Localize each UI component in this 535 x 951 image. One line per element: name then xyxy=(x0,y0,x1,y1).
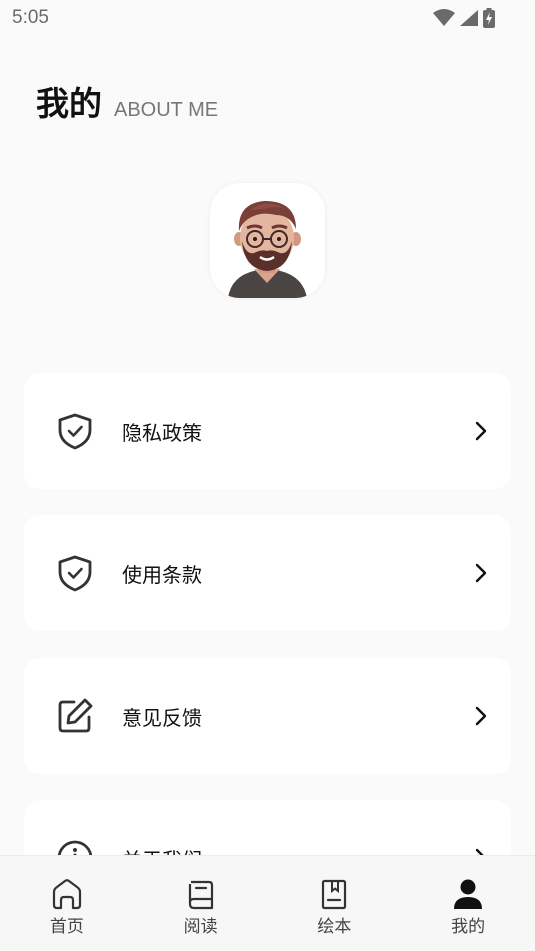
user-icon xyxy=(452,878,484,910)
wifi-icon xyxy=(433,9,455,26)
avatar-illustration xyxy=(228,201,307,298)
battery-charging-icon xyxy=(483,8,495,28)
avatar[interactable] xyxy=(210,183,325,298)
menu-item-privacy-policy[interactable]: 隐私政策 xyxy=(24,373,511,489)
tab-label: 我的 xyxy=(451,917,486,937)
tab-reading[interactable]: 阅读 xyxy=(134,856,268,951)
tab-picture-book[interactable]: 绘本 xyxy=(268,856,402,951)
shield-check-icon xyxy=(56,412,94,450)
home-icon xyxy=(51,878,83,910)
tab-label: 阅读 xyxy=(183,917,218,937)
bottom-tab-bar: 首页 阅读 绘本 我的 xyxy=(0,855,535,951)
page-title: 我的 xyxy=(36,84,102,123)
chevron-right-icon xyxy=(475,563,487,583)
tab-label: 首页 xyxy=(49,917,84,937)
menu-item-feedback[interactable]: 意见反馈 xyxy=(24,658,511,774)
shield-check-icon xyxy=(56,554,94,592)
bookmark-book-icon xyxy=(318,878,350,910)
tab-home[interactable]: 首页 xyxy=(0,856,134,951)
book-icon xyxy=(185,878,217,910)
tab-mine[interactable]: 我的 xyxy=(401,856,535,951)
page-header: 我的 ABOUT ME xyxy=(36,82,218,126)
page-subtitle: ABOUT ME xyxy=(114,99,219,121)
menu-item-terms-of-use[interactable]: 使用条款 xyxy=(24,515,511,631)
status-time: 5:05 xyxy=(12,7,49,28)
chevron-right-icon xyxy=(475,706,487,726)
edit-icon xyxy=(56,697,94,735)
status-icons xyxy=(433,8,495,28)
menu-item-label: 隐私政策 xyxy=(122,420,202,445)
menu-item-label: 使用条款 xyxy=(122,562,202,587)
status-bar: 5:05 xyxy=(0,0,535,36)
cellular-signal-icon xyxy=(460,10,478,26)
tab-label: 绘本 xyxy=(317,917,352,937)
chevron-right-icon xyxy=(475,421,487,441)
menu-item-label: 意见反馈 xyxy=(122,705,202,730)
